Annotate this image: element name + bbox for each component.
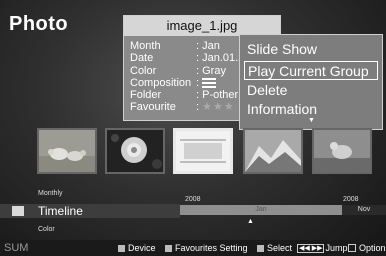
info-key: Color xyxy=(130,64,157,77)
timeline-current-month: Jan xyxy=(255,206,267,213)
timeline-icon xyxy=(12,206,24,216)
thumbnail-bird[interactable] xyxy=(312,128,372,174)
option-icon xyxy=(348,244,356,252)
year-label-start: 2008 xyxy=(185,196,201,203)
footer-jump[interactable]: ◀◀ ▶▶ Jump xyxy=(297,243,348,253)
flower-photo-icon xyxy=(107,130,163,172)
timeline-bar[interactable]: Jan xyxy=(180,205,342,215)
info-value: : Jan xyxy=(196,40,220,52)
page-title: Photo xyxy=(9,13,69,35)
thumbnail-flower[interactable] xyxy=(105,128,165,174)
info-value: : Jan.01.2 xyxy=(196,52,245,65)
footer-select[interactable]: Select xyxy=(257,243,292,253)
info-key: Month xyxy=(130,40,161,52)
sort-mode-selector[interactable]: Timeline xyxy=(0,204,180,218)
footer-favourites-setting[interactable]: Favourites Setting xyxy=(165,243,248,253)
info-value: : xyxy=(196,101,200,114)
menu-item-play-current-group[interactable]: Play Current Group xyxy=(244,61,378,80)
sheep-photo-icon xyxy=(39,130,95,172)
footer-option[interactable]: Option xyxy=(348,243,386,253)
mode-option-monthly[interactable]: Monthly xyxy=(38,190,63,197)
skip-keys-icon: ◀◀ ▶▶ xyxy=(297,244,325,253)
square-icon xyxy=(257,245,264,252)
mode-option-color[interactable]: Color xyxy=(38,226,55,233)
photo-browser-screen: Photo image_1.jpg Month : Jan Date : Jan… xyxy=(0,0,386,256)
white-photo-icon xyxy=(176,131,230,171)
square-icon xyxy=(118,245,125,252)
options-menu: Slide Show Play Current Group Delete Inf… xyxy=(239,34,383,130)
brand-label: SUM xyxy=(4,242,29,254)
thumbnail-selected[interactable] xyxy=(173,128,233,174)
info-key: Favourite xyxy=(130,101,176,114)
sort-mode-current: Timeline xyxy=(38,204,83,218)
menu-item-slide-show[interactable]: Slide Show xyxy=(244,40,378,59)
timeline-area: Monthly Timeline Color 2008 2008 Jan Nov… xyxy=(0,190,386,240)
timeline-pointer-icon: ▲ xyxy=(247,218,254,225)
mountain-photo-icon xyxy=(245,130,301,172)
composition-icon xyxy=(202,77,217,88)
info-value: : P-other xyxy=(196,89,239,102)
info-key: Folder xyxy=(130,89,162,102)
thumbnail-mountain[interactable] xyxy=(243,128,303,174)
year-label-end: 2008 xyxy=(343,196,359,203)
square-icon xyxy=(165,245,172,252)
info-key: Date xyxy=(130,52,154,65)
thumbnail-strip xyxy=(0,127,386,180)
info-value: : Gray xyxy=(196,64,226,77)
footer-device[interactable]: Device xyxy=(118,243,156,253)
menu-item-delete[interactable]: Delete xyxy=(244,81,378,100)
bird-photo-icon xyxy=(314,130,370,172)
timeline-end-month: Nov xyxy=(342,205,386,215)
info-value: : xyxy=(196,76,200,89)
rating-stars-icon: ★★★ xyxy=(202,101,235,114)
scroll-down-icon[interactable]: ▼ xyxy=(308,117,315,124)
info-key: Composition xyxy=(130,76,192,89)
footer-bar: SUM Device Favourites Setting Select ◀◀ … xyxy=(0,240,386,256)
file-name: image_1.jpg xyxy=(124,16,280,36)
thumbnail-sheep[interactable] xyxy=(37,128,97,174)
